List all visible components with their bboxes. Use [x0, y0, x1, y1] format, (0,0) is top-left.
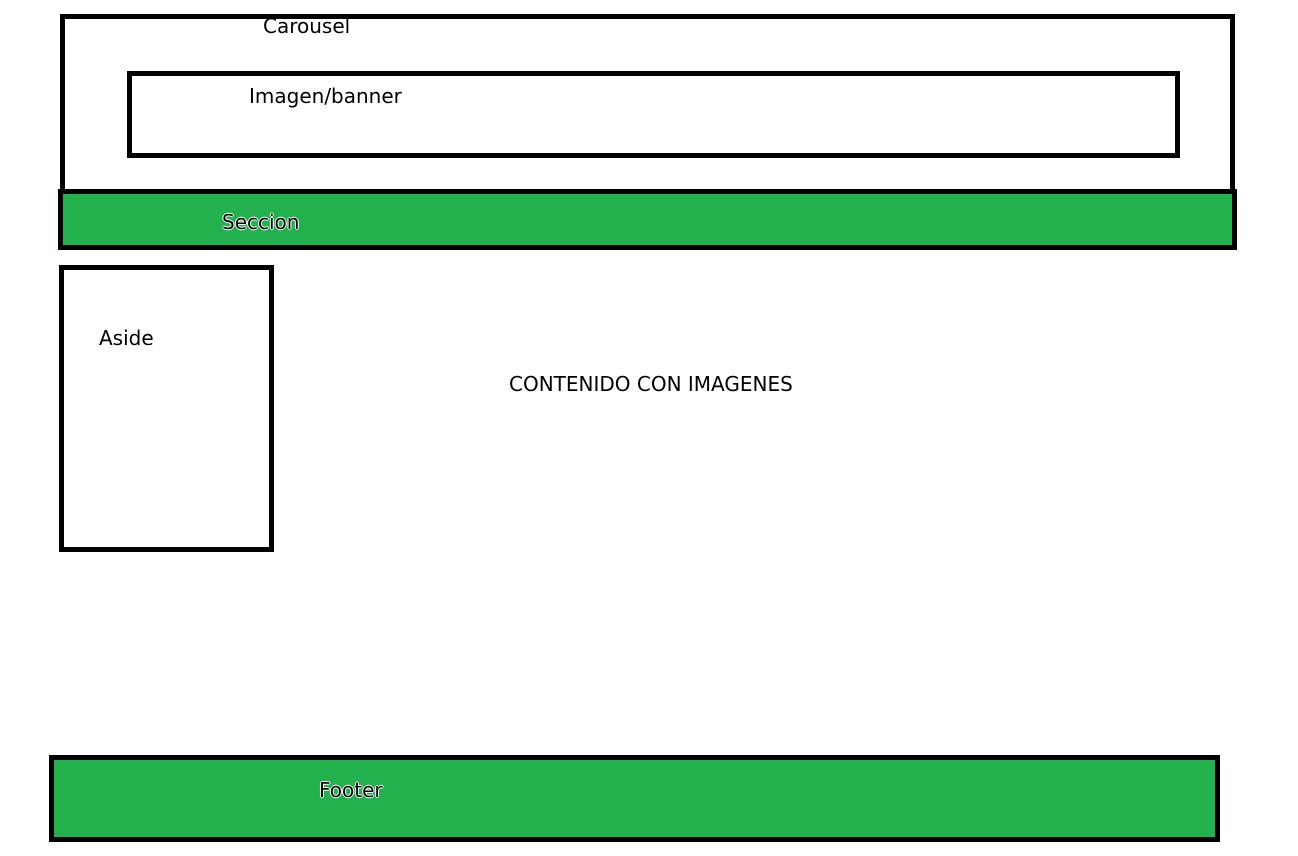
- seccion-label: Seccion: [222, 210, 300, 234]
- footer-label: Footer: [319, 778, 383, 802]
- footer-box: [49, 755, 1220, 842]
- content-label: CONTENIDO CON IMAGENES: [509, 372, 793, 396]
- aside-label: Aside: [99, 326, 154, 350]
- aside-box: [59, 265, 274, 552]
- carousel-label: Carousel: [263, 14, 351, 38]
- banner-label: Imagen/banner: [249, 84, 402, 108]
